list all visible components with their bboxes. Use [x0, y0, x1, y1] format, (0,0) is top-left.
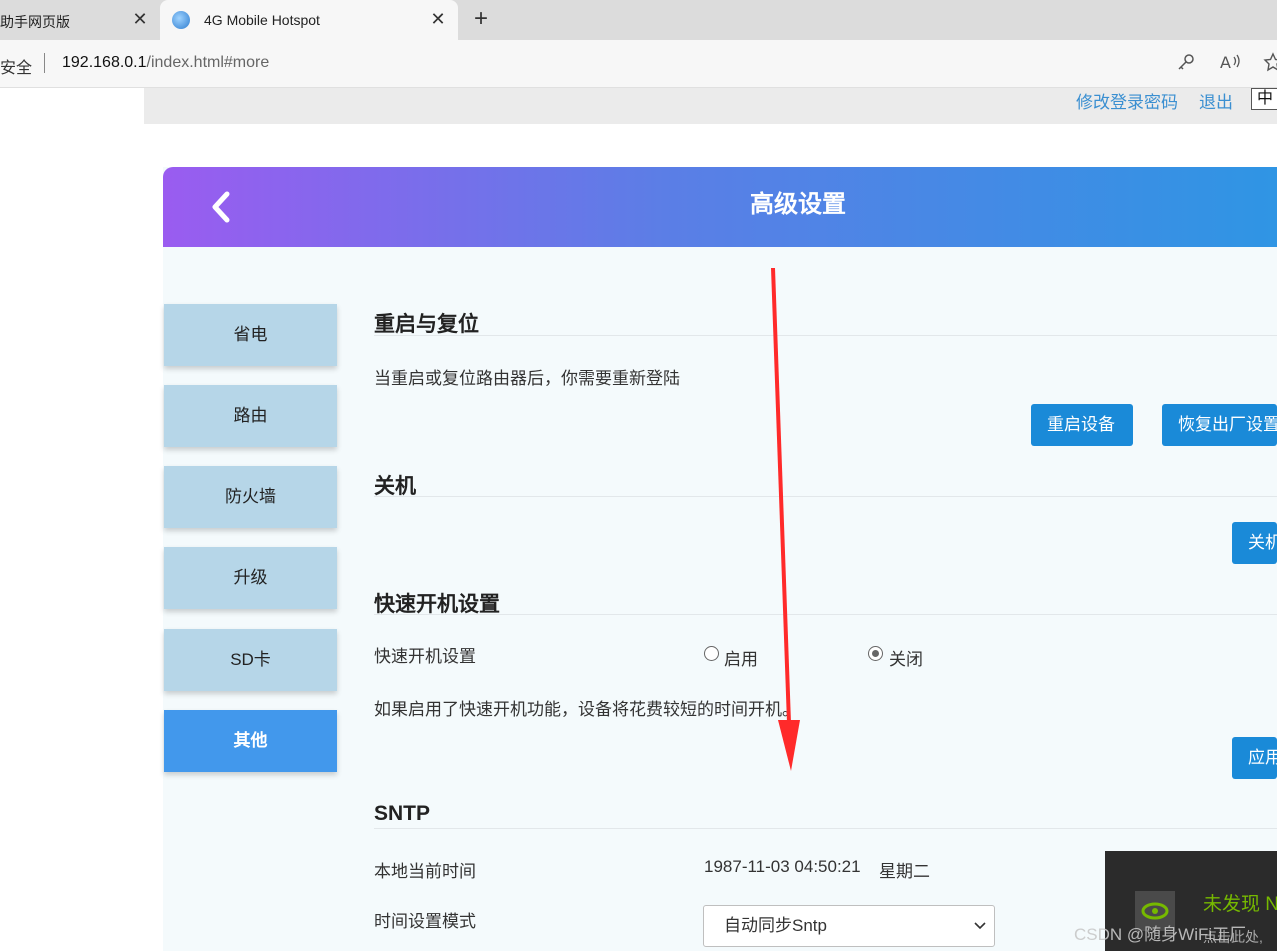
current-time-value: 1987-11-03 04:50:21 — [704, 857, 861, 876]
router-top-bar: 修改登录密码 退出 中文 — [144, 88, 1277, 124]
divider — [374, 614, 1277, 615]
chevron-left-icon[interactable] — [207, 189, 237, 225]
time-mode-select[interactable]: 自动同步Sntp — [703, 905, 995, 947]
divider — [374, 828, 1277, 829]
sidebar-item-routing[interactable]: 路由 — [164, 385, 337, 447]
tab-title: 助手网页版 — [0, 14, 70, 30]
current-weekday: 星期二 — [879, 862, 930, 881]
reboot-button[interactable]: 重启设备 — [1031, 404, 1133, 446]
current-time-label: 本地当前时间 — [374, 862, 476, 881]
security-indicator[interactable]: 安全 — [0, 54, 32, 78]
fast-boot-disable-radio[interactable] — [868, 646, 883, 661]
section-title-reboot: 重启与复位 — [374, 313, 479, 336]
key-icon[interactable] — [1175, 52, 1197, 74]
watermark: CSDN @随身WiFi工厂 — [1074, 925, 1247, 944]
page-title: 高级设置 — [750, 191, 846, 218]
logout-link[interactable]: 退出 — [1199, 88, 1233, 113]
read-aloud-icon[interactable]: A — [1219, 52, 1241, 74]
browser-tab[interactable]: 助手网页版 ✕ — [0, 0, 158, 40]
url-host: 192.168.0.1 — [62, 54, 147, 71]
url-field[interactable]: 192.168.0.1/index.html#more — [62, 54, 269, 72]
browser-tab-active[interactable]: 4G Mobile Hotspot ✕ — [160, 0, 458, 40]
fast-boot-enable-radio[interactable] — [704, 646, 719, 661]
svg-text:A: A — [1220, 53, 1231, 72]
fast-boot-note: 如果启用了快速开机功能，设备将花费较短的时间开机。 — [374, 700, 799, 719]
favorite-star-icon[interactable] — [1262, 52, 1277, 74]
change-password-link[interactable]: 修改登录密码 — [1076, 88, 1178, 113]
fast-boot-disable-label[interactable]: 关闭 — [889, 645, 923, 670]
globe-icon — [172, 11, 190, 29]
notification-title: 未发现 N — [1203, 894, 1277, 915]
time-mode-value: 自动同步Sntp — [724, 916, 827, 935]
advanced-settings-panel: 高级设置 省电 路由 防火墙 升级 SD卡 其他 重启与复位 当重启或复位路由器… — [163, 167, 1277, 951]
sidebar-item-upgrade[interactable]: 升级 — [164, 547, 337, 609]
language-select[interactable]: 中文 — [1251, 88, 1277, 110]
fast-boot-enable-label[interactable]: 启用 — [724, 645, 758, 670]
divider — [44, 53, 45, 73]
browser-tab-strip: 助手网页版 ✕ 4G Mobile Hotspot ✕ + — [0, 0, 1277, 40]
sidebar-item-power-saving[interactable]: 省电 — [164, 304, 337, 366]
new-tab-button[interactable]: + — [468, 7, 494, 33]
shutdown-button[interactable]: 关机 — [1232, 522, 1277, 564]
section-title-sntp: SNTP — [374, 802, 431, 825]
fast-boot-apply-button[interactable]: 应用 — [1232, 737, 1277, 779]
sidebar-item-sd-card[interactable]: SD卡 — [164, 629, 337, 691]
close-icon[interactable]: ✕ — [428, 9, 448, 29]
tab-title: 4G Mobile Hotspot — [204, 12, 320, 28]
divider — [374, 496, 1277, 497]
reboot-description: 当重启或复位路由器后，你需要重新登陆 — [374, 369, 680, 388]
url-path: /index.html#more — [146, 54, 270, 71]
fast-boot-label: 快速开机设置 — [374, 647, 476, 666]
chevron-down-icon — [974, 906, 986, 951]
annotation-arrow — [771, 268, 800, 771]
factory-reset-button[interactable]: 恢复出厂设置 — [1162, 404, 1277, 446]
close-icon[interactable]: ✕ — [130, 9, 150, 29]
sidebar-item-firewall[interactable]: 防火墙 — [164, 466, 337, 528]
sidebar-item-other[interactable]: 其他 — [164, 710, 337, 772]
address-bar: 安全 192.168.0.1/index.html#more A — [0, 40, 1277, 88]
panel-header: 高级设置 — [163, 167, 1277, 247]
divider — [374, 335, 1277, 336]
time-mode-label: 时间设置模式 — [374, 912, 476, 931]
